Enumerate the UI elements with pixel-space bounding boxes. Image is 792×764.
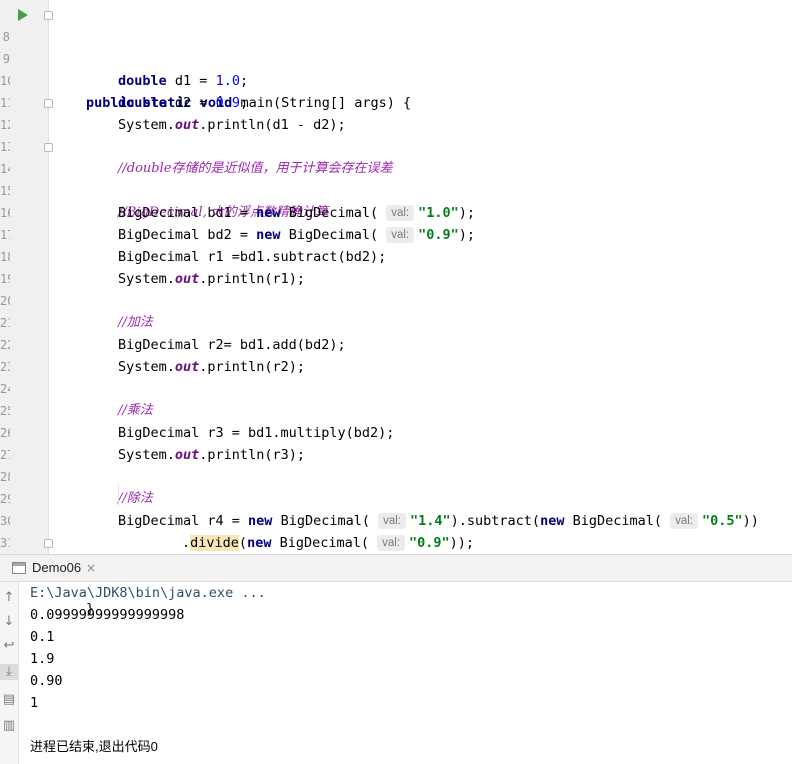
code-line-17[interactable]: 17 BigDecimal r1 =bd1.subtract(bd2); bbox=[0, 202, 792, 265]
code-line-12[interactable]: 12 //double存储的是近似值，用于计算会存在误差 bbox=[0, 92, 792, 176]
code-line-27[interactable]: 27 bbox=[0, 422, 792, 462]
print-icon[interactable]: ▤ bbox=[0, 692, 18, 708]
code-line-8[interactable]: 8 public static void main(String[] args)… bbox=[0, 4, 792, 111]
code-line-14[interactable]: 14 //BigDecimal, 大的浮点数精确计算 bbox=[0, 136, 792, 220]
code-line-25[interactable]: 25 BigDecimal r3 = bd1.multiply(bd2); bbox=[0, 378, 792, 441]
code-line-11[interactable]: 11 System.out.println(d1 - d2); bbox=[0, 70, 792, 133]
code-line-31[interactable]: 31 System.out.println(r4); bbox=[0, 510, 792, 573]
code-line-30[interactable]: 30 .divide(new BigDecimal( val:"0.9")); bbox=[0, 488, 792, 551]
console-output-line: 0.09999999999999998 bbox=[30, 607, 185, 623]
scroll-to-end-icon[interactable]: ⤓ bbox=[0, 664, 18, 680]
code-line-28[interactable]: 28 //除法 bbox=[0, 444, 792, 506]
run-tab-label: Demo06 bbox=[32, 560, 82, 575]
code-line-13[interactable]: 13 bbox=[0, 114, 792, 154]
code-line-24[interactable]: 24 //乘法 bbox=[0, 356, 792, 418]
scroll-down-icon[interactable]: ↓ bbox=[0, 614, 18, 630]
console-command: E:\Java\JDK8\bin\java.exe ... bbox=[30, 585, 266, 601]
console-exit-message: 进程已结束,退出代码0 bbox=[30, 739, 158, 754]
run-tab-demo06[interactable]: Demo06 bbox=[10, 555, 87, 581]
scroll-up-icon[interactable]: ↑ bbox=[0, 590, 18, 606]
run-main-icon[interactable] bbox=[18, 9, 28, 21]
code-line-22[interactable]: 22 System.out.println(r2); bbox=[0, 312, 792, 375]
fold-icon[interactable] bbox=[44, 143, 53, 152]
fold-icon[interactable] bbox=[44, 11, 53, 20]
code-line-32[interactable]: 32 } bbox=[0, 532, 792, 617]
console-output-line: 0.90 bbox=[30, 673, 63, 689]
console-icon bbox=[12, 562, 26, 574]
fold-icon[interactable] bbox=[44, 539, 53, 548]
code-line-15[interactable]: 15 BigDecimal bd1 = new BigDecimal( val:… bbox=[0, 158, 792, 221]
fold-icon[interactable] bbox=[44, 99, 53, 108]
run-tool-window-header: Demo06 × bbox=[0, 555, 792, 582]
code-line-18[interactable]: 18 System.out.println(r1); bbox=[0, 224, 792, 287]
console-output-line: 1 bbox=[30, 695, 39, 711]
console-output-line: 1.9 bbox=[30, 651, 55, 667]
code-line-9[interactable]: 9 double d1 = 1.0; bbox=[0, 26, 792, 89]
soft-wrap-icon[interactable]: ↩ bbox=[0, 638, 18, 654]
code-line-26[interactable]: 26 System.out.println(r3); bbox=[0, 400, 792, 463]
code-line-19[interactable]: 19 bbox=[0, 246, 792, 286]
code-editor[interactable]: 8 public static void main(String[] args)… bbox=[0, 0, 792, 617]
code-line-10[interactable]: 10 double d2 = 0.9; bbox=[0, 48, 792, 111]
code-line-20[interactable]: 20 //加法 bbox=[0, 268, 792, 330]
code-line-16[interactable]: 16 BigDecimal bd2 = new BigDecimal( val:… bbox=[0, 180, 792, 243]
console-output-line: 0.1 bbox=[30, 629, 55, 645]
close-icon[interactable]: × bbox=[86, 555, 96, 581]
code-line-23[interactable]: 23 bbox=[0, 334, 792, 374]
run-toolbar: ↑ ↓ ↩ ⤓ ▤ ▥ bbox=[0, 582, 19, 764]
console-output[interactable]: E:\Java\JDK8\bin\java.exe ... 0.09999999… bbox=[30, 582, 266, 758]
code-line-21[interactable]: 21 BigDecimal r2= bd1.add(bd2); bbox=[0, 290, 792, 353]
trash-icon[interactable]: ▥ bbox=[0, 718, 18, 734]
